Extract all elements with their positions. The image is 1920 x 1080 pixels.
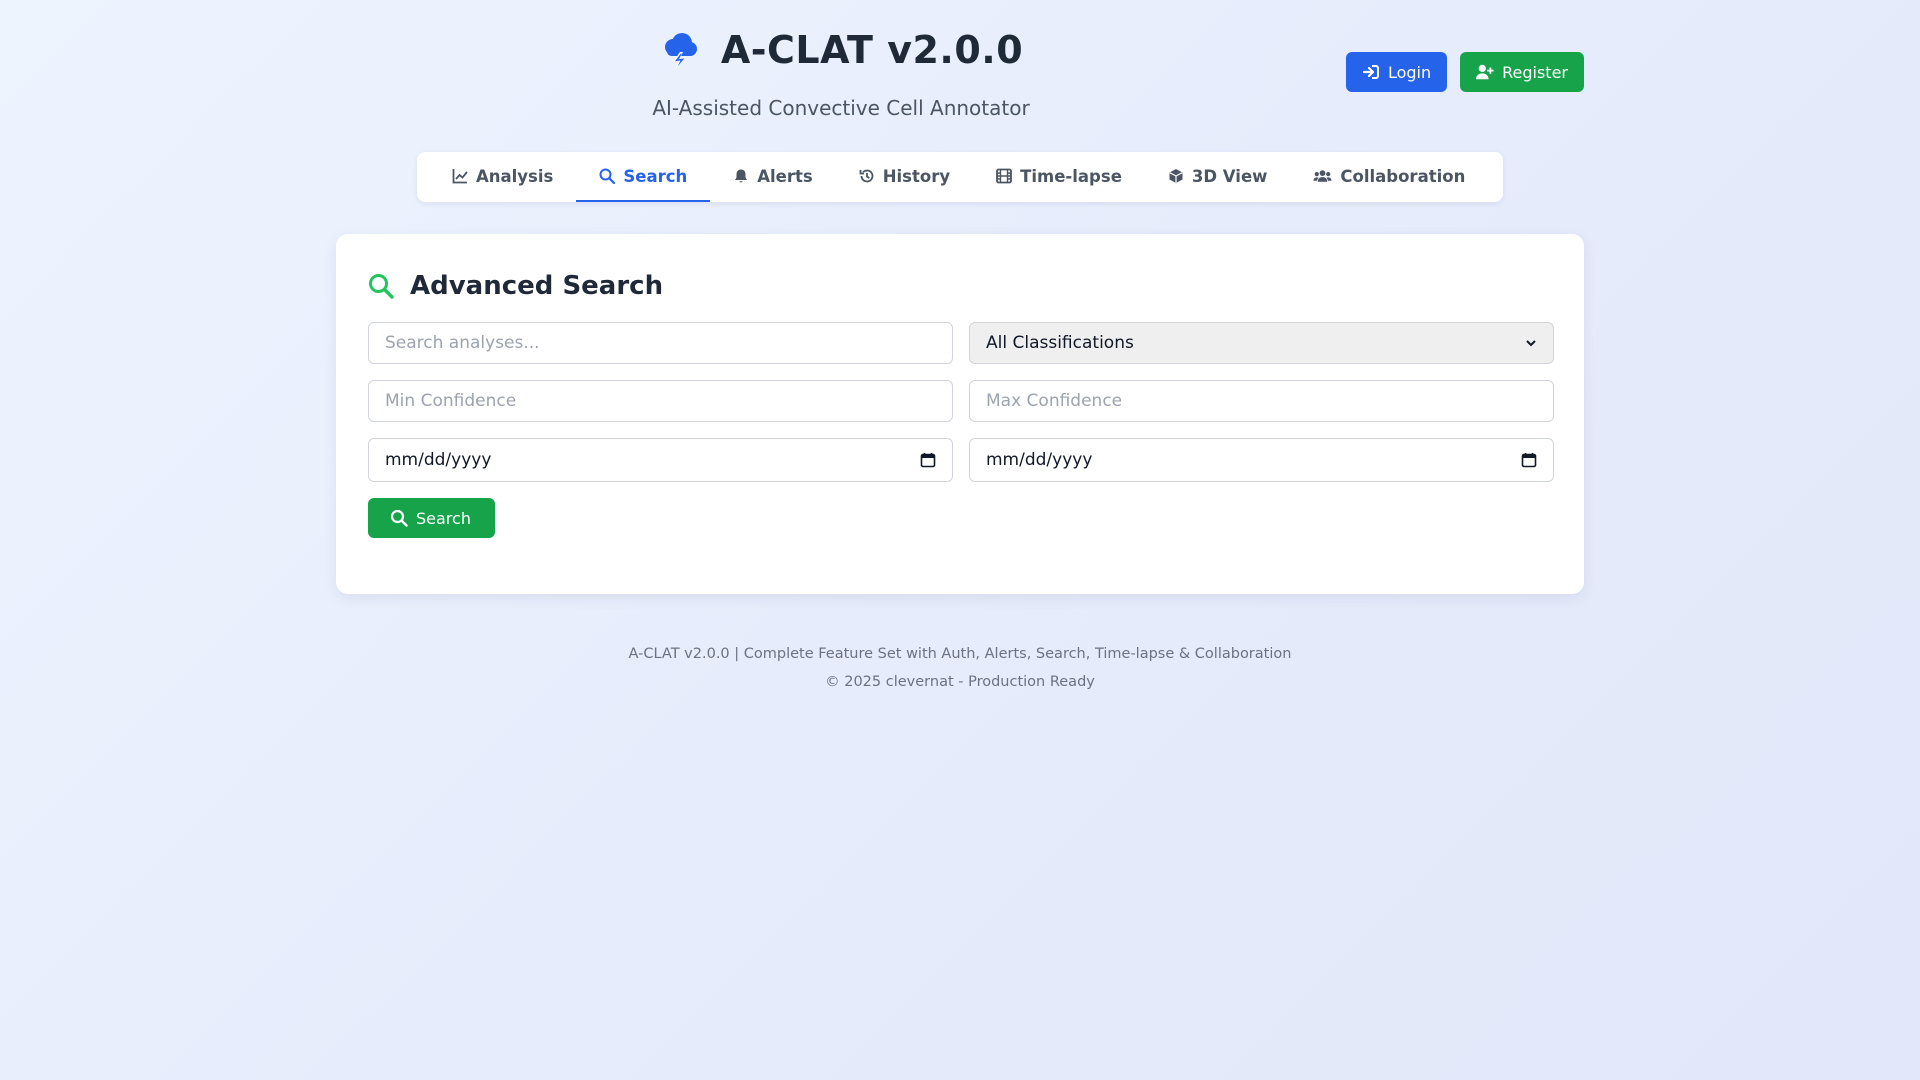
- chart-line-icon: [452, 169, 468, 184]
- card-header: Advanced Search: [368, 264, 1552, 308]
- bell-icon: [735, 169, 748, 183]
- chevron-down-icon: [1526, 340, 1536, 347]
- search-icon: [599, 168, 616, 184]
- calendar-icon[interactable]: [1521, 452, 1537, 468]
- login-button[interactable]: Login: [1345, 52, 1448, 92]
- tab-search[interactable]: Search: [576, 152, 711, 202]
- history-icon: [859, 169, 874, 183]
- search-button-label: Search: [416, 508, 471, 528]
- search-button[interactable]: Search: [368, 498, 495, 538]
- search-icon: [390, 509, 408, 527]
- min-confidence-placeholder: Min Confidence: [385, 391, 517, 411]
- film-icon: [996, 168, 1013, 184]
- tab-collaboration[interactable]: Collaboration: [1290, 152, 1488, 202]
- tab-label: 3D View: [1191, 166, 1268, 186]
- tab-time-lapse[interactable]: Time-lapse: [973, 152, 1145, 202]
- footer-line-2: © 2025 clevernat - Production Ready: [825, 674, 1095, 690]
- register-label: Register: [1502, 62, 1568, 82]
- date-to-input[interactable]: mm/dd/yyyy: [969, 438, 1554, 482]
- register-button[interactable]: Register: [1460, 52, 1584, 92]
- tab-label: Analysis: [476, 166, 554, 186]
- tab-analysis[interactable]: Analysis: [429, 152, 576, 202]
- tab-label: Time-lapse: [1020, 166, 1122, 186]
- max-confidence-placeholder: Max Confidence: [986, 391, 1123, 411]
- card-title: Advanced Search: [410, 271, 664, 301]
- footer: A-CLAT v2.0.0 | Complete Feature Set wit…: [0, 640, 1920, 696]
- search-placeholder: Search analyses...: [385, 333, 540, 353]
- footer-line-1: A-CLAT v2.0.0 | Complete Feature Set wit…: [628, 646, 1292, 662]
- date-from-value: mm/dd/yyyy: [385, 450, 492, 470]
- tab-history[interactable]: History: [836, 152, 973, 202]
- tab-label: History: [882, 166, 951, 186]
- advanced-search-card: Advanced Search Search analyses... All C…: [336, 234, 1584, 594]
- tab-alerts[interactable]: Alerts: [710, 152, 835, 202]
- tab-3d-view[interactable]: 3D View: [1145, 152, 1291, 202]
- user-plus-icon: [1476, 64, 1494, 80]
- tab-label: Search: [623, 166, 688, 186]
- search-input[interactable]: Search analyses...: [368, 322, 953, 364]
- tab-label: Collaboration: [1340, 166, 1466, 186]
- min-confidence-input[interactable]: Min Confidence: [368, 380, 953, 422]
- login-label: Login: [1387, 62, 1432, 82]
- main-tabs: Analysis Search Alerts History Time-laps…: [417, 152, 1503, 202]
- date-to-value: mm/dd/yyyy: [986, 450, 1093, 470]
- cube-icon: [1169, 169, 1183, 183]
- tab-label: Alerts: [757, 166, 813, 186]
- max-confidence-input[interactable]: Max Confidence: [969, 380, 1554, 422]
- sign-in-icon: [1362, 65, 1379, 79]
- auth-buttons: Login Register: [1345, 52, 1584, 92]
- calendar-icon[interactable]: [920, 452, 936, 468]
- app-title: A-CLAT v2.0.0: [720, 28, 1024, 72]
- app-page: A-CLAT v2.0.0 AI-Assisted Convective Cel…: [0, 0, 1920, 1080]
- header: A-CLAT v2.0.0 AI-Assisted Convective Cel…: [0, 0, 1920, 130]
- date-from-input[interactable]: mm/dd/yyyy: [368, 438, 953, 482]
- classification-value: All Classifications: [986, 333, 1134, 353]
- search-form: Search analyses... All Classifications M…: [368, 322, 1554, 482]
- search-icon: [369, 274, 394, 299]
- users-icon: [1313, 170, 1332, 182]
- classification-select[interactable]: All Classifications: [969, 322, 1554, 364]
- app-subtitle: AI-Assisted Convective Cell Annotator: [652, 96, 1030, 120]
- cloud-bolt-icon: [659, 30, 699, 70]
